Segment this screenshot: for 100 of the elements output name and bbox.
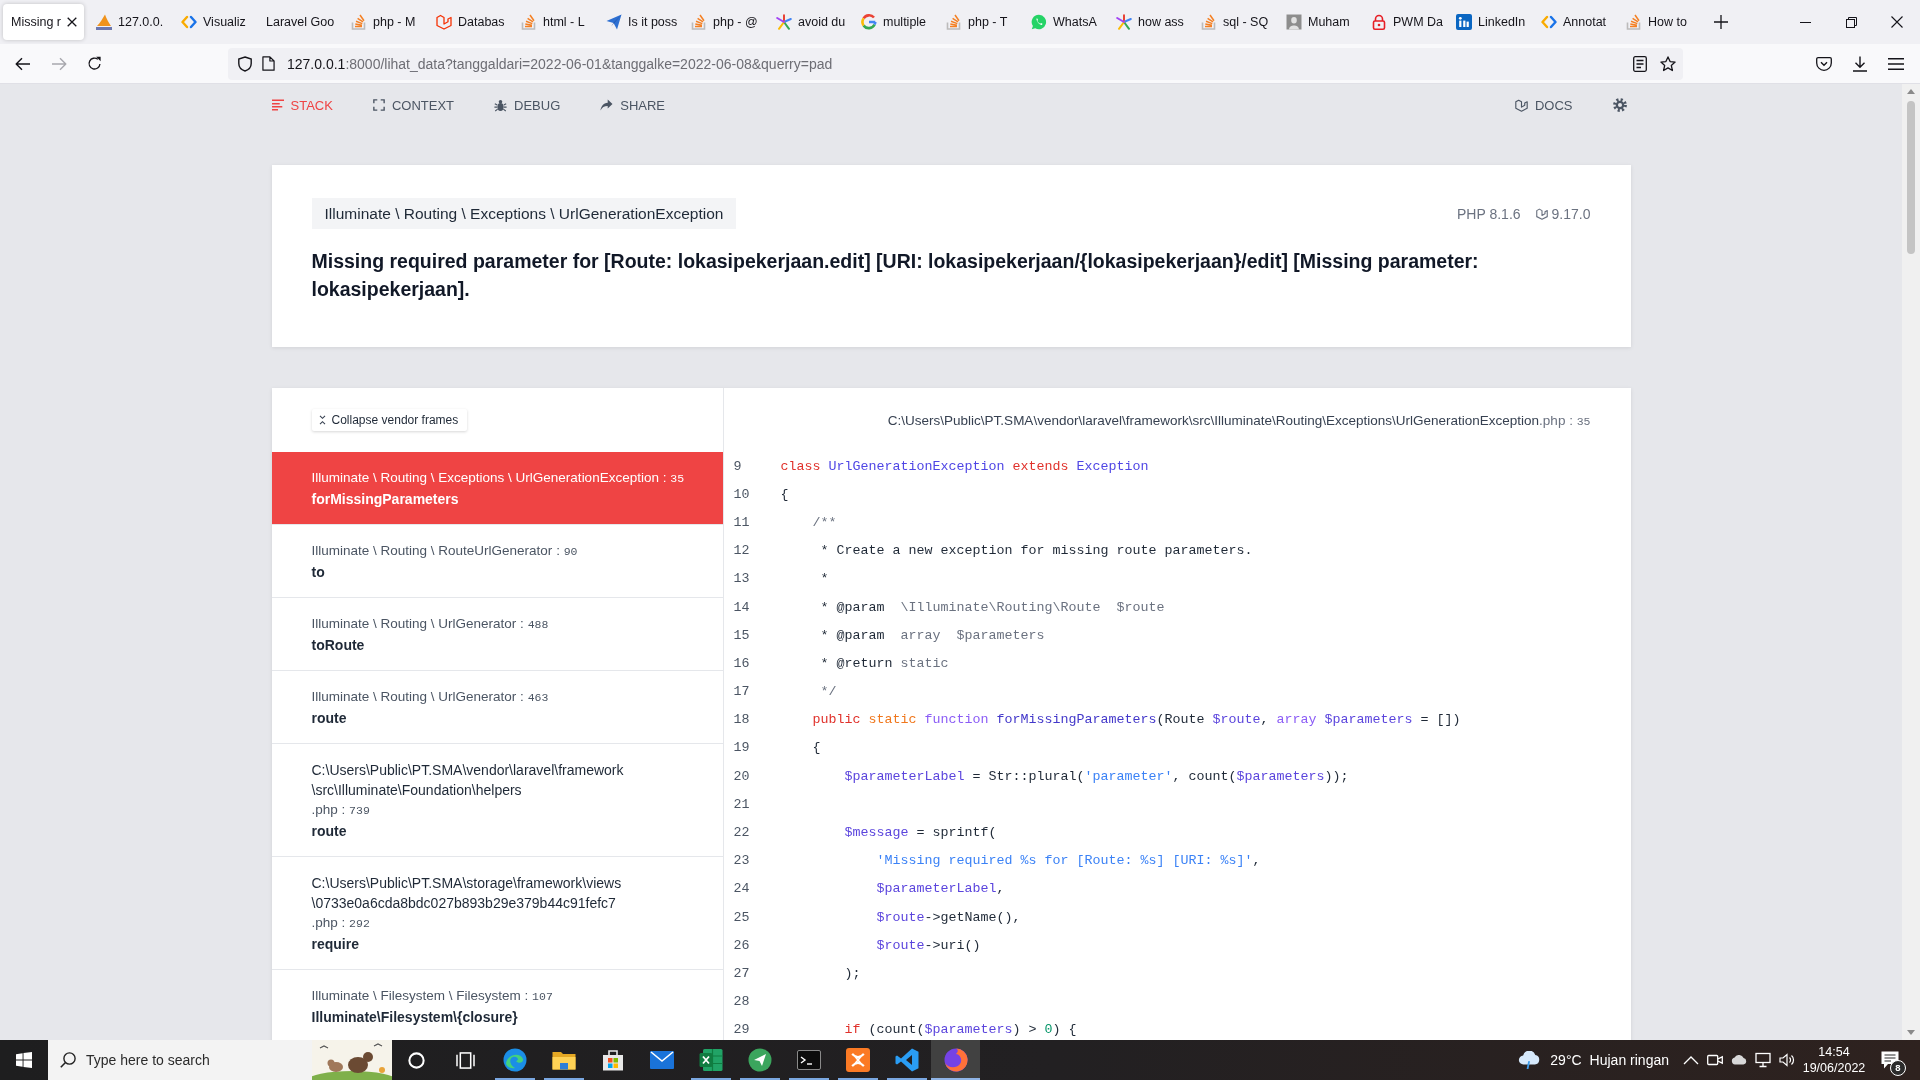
chevron-shield-icon[interactable]: [1816, 56, 1832, 71]
browser-tab[interactable]: LinkedIn: [1448, 4, 1533, 40]
notification-count: 8: [1890, 1060, 1906, 1076]
browser-tab[interactable]: avoid du: [768, 4, 853, 40]
url-text: 127.0.0.1:8000/lihat_data?tanggaldari=2022-06-01&tanggalke=2022-06-08&querry=pad: [287, 55, 833, 72]
stacked-tray-icon: [946, 14, 962, 30]
circle-icon: [408, 1051, 425, 1069]
stacked-tray-icon: [1201, 14, 1217, 30]
download-icon[interactable]: [1852, 55, 1868, 72]
nav-tab[interactable]: DEBUG: [494, 97, 561, 113]
shield-icon[interactable]: [237, 55, 253, 72]
cube-outline-icon: [436, 14, 452, 30]
line-number: 12: [732, 543, 751, 559]
browser-tab[interactable]: how ass: [1108, 4, 1193, 40]
line-number: 17: [732, 684, 751, 700]
browser-tab[interactable]: PWM Da: [1363, 4, 1448, 40]
code-line: * @return static: [820, 655, 949, 671]
back-arrow-icon[interactable]: [15, 56, 31, 71]
cube-outline-icon: [1535, 207, 1548, 220]
bug-icon: [494, 98, 507, 112]
browser-tab[interactable]: Databas: [428, 4, 513, 40]
stack-frame[interactable]: C:\Users\Public\PT.SMA\vendor\laravel\framework \src\Illuminate\Foundation\helpers .php : 739 route: [271, 744, 723, 857]
docs-link[interactable]: DOCS: [1514, 97, 1573, 113]
cloud-icon[interactable]: [1731, 1055, 1747, 1065]
camera-icon[interactable]: [1707, 1052, 1723, 1068]
nav-tab[interactable]: SHARE: [600, 97, 666, 113]
code-line: * @param array $parameters: [820, 627, 1045, 643]
browser-tab[interactable]: php - T: [938, 4, 1023, 40]
cloud-rain-icon[interactable]: [1518, 1051, 1541, 1069]
folder-icon: [551, 1050, 576, 1070]
line-number: 22: [732, 825, 751, 841]
envelope-icon: [649, 1051, 674, 1069]
line-number: 15: [732, 627, 751, 643]
line-number: 11: [732, 514, 751, 530]
network-icon[interactable]: [1755, 1052, 1771, 1068]
browser-tab[interactable]: sql - SQ: [1193, 4, 1278, 40]
search-bar[interactable]: Type here to search: [48, 1040, 392, 1080]
browser-tab[interactable]: php - @: [683, 4, 768, 40]
browser-tab[interactable]: WhatsA: [1023, 4, 1108, 40]
restore-icon[interactable]: [1845, 16, 1857, 28]
browser-tab[interactable]: Annotat: [1533, 4, 1618, 40]
browser-tab[interactable]: How to: [1618, 4, 1703, 40]
stack-frame[interactable]: C:\Users\Public\PT.SMA\storage\framework\views \0733e0a6cda8bdc027b893b29e379b44c91fefc7 .php : 292 require: [271, 857, 723, 970]
code-line: public static function forMissingParameters(Route $route, array $parameters = []): [812, 712, 1461, 728]
error-message: Missing required parameter for [Route: lokasipekerjaan.edit] [URI: lokasipekerjaan/{lokasipekerjaan}/edit] [Missing parameter: lokasipekerjaan].: [311, 249, 1480, 302]
paper-plane-circle-icon: [747, 1048, 772, 1072]
line-number: 29: [732, 1022, 751, 1038]
browser-tab[interactable]: Missing r: [3, 4, 84, 40]
code-line: if (count($parameters) > 0) {: [844, 1022, 1077, 1038]
scroll-down-icon[interactable]: [1907, 1030, 1915, 1035]
task-view-icon: [456, 1051, 475, 1069]
code-line: */: [820, 684, 837, 700]
code-line: * Create a new exception for missing route parameters.: [820, 543, 1253, 559]
scrollbar-thumb[interactable]: [1907, 101, 1915, 254]
search-field[interactable]: Type here to search: [86, 1040, 302, 1080]
stack-frame[interactable]: Illuminate \ Routing \ UrlGenerator : 488 toRoute: [271, 598, 723, 671]
line-number: 10: [732, 486, 751, 502]
line-number: 20: [732, 768, 751, 784]
browser-tab[interactable]: Muham: [1278, 4, 1363, 40]
browser-tab[interactable]: Is it poss: [598, 4, 683, 40]
browser-tab[interactable]: multiple: [853, 4, 938, 40]
minimize-icon[interactable]: [1799, 21, 1811, 23]
terminal-icon: [796, 1050, 821, 1070]
reader-view-icon[interactable]: [1633, 55, 1647, 72]
frame-method: route: [311, 709, 348, 728]
plus-icon[interactable]: [1714, 15, 1728, 29]
address-bar[interactable]: 127.0.0.1:8000/lihat_data?tanggaldari=2022-06-01&tanggalke=2022-06-08&querry=pad: [228, 47, 1683, 80]
chat-bubble-icon: [1031, 14, 1047, 30]
code-line: $route->getName(),: [876, 909, 1021, 925]
starburst-icon: [1116, 14, 1132, 30]
stack-frame[interactable]: Illuminate \ Routing \ UrlGenerator : 463 route: [271, 671, 723, 744]
stack-frame[interactable]: Illuminate \ Routing \ Exceptions \ UrlGenerationException : 35 forMissingParameters: [271, 452, 723, 525]
clock-time: 14:54: [1818, 1044, 1850, 1060]
laravel-version: 9.17.0: [1551, 205, 1591, 222]
scroll-up-icon[interactable]: [1907, 89, 1915, 94]
chevron-up-icon[interactable]: [1683, 1055, 1699, 1065]
reload-icon[interactable]: [87, 56, 102, 71]
settings-icon[interactable]: [1612, 98, 1627, 112]
frame-method: Illuminate\Filesystem\{closure}: [311, 1008, 519, 1027]
close-icon[interactable]: [1891, 16, 1903, 28]
weather-condition: Hujan ringan: [1589, 1052, 1669, 1068]
bookmark-star-icon[interactable]: [1660, 55, 1676, 72]
frame-location: Illuminate \ Routing \ RouteUrlGenerator : 90: [311, 542, 579, 560]
browser-tab[interactable]: 127.0.0.: [88, 4, 173, 40]
nav-tab[interactable]: CONTEXT: [372, 97, 454, 113]
line-number: 25: [732, 909, 751, 925]
close-icon[interactable]: [67, 17, 77, 27]
speaker-icon[interactable]: [1779, 1052, 1795, 1068]
browser-tab[interactable]: html - L: [513, 4, 598, 40]
stack-frame[interactable]: Illuminate \ Routing \ RouteUrlGenerator : 90 to: [271, 525, 723, 598]
frame-location: Illuminate \ Routing \ UrlGenerator : 488: [311, 615, 550, 633]
browser-tab[interactable]: Visualiz: [173, 4, 258, 40]
scrollbar[interactable]: [1902, 84, 1920, 1040]
browser-tab[interactable]: php - M: [343, 4, 428, 40]
frame-method: require: [311, 935, 360, 954]
line-number: 18: [732, 712, 751, 728]
clock-date: 19/06/2022: [1802, 1060, 1866, 1076]
browser-tab[interactable]: Laravel Goo: [258, 4, 343, 40]
collapse-frames-button[interactable]: Collapse vendor frames: [311, 409, 468, 431]
menu-icon[interactable]: [1888, 57, 1904, 70]
